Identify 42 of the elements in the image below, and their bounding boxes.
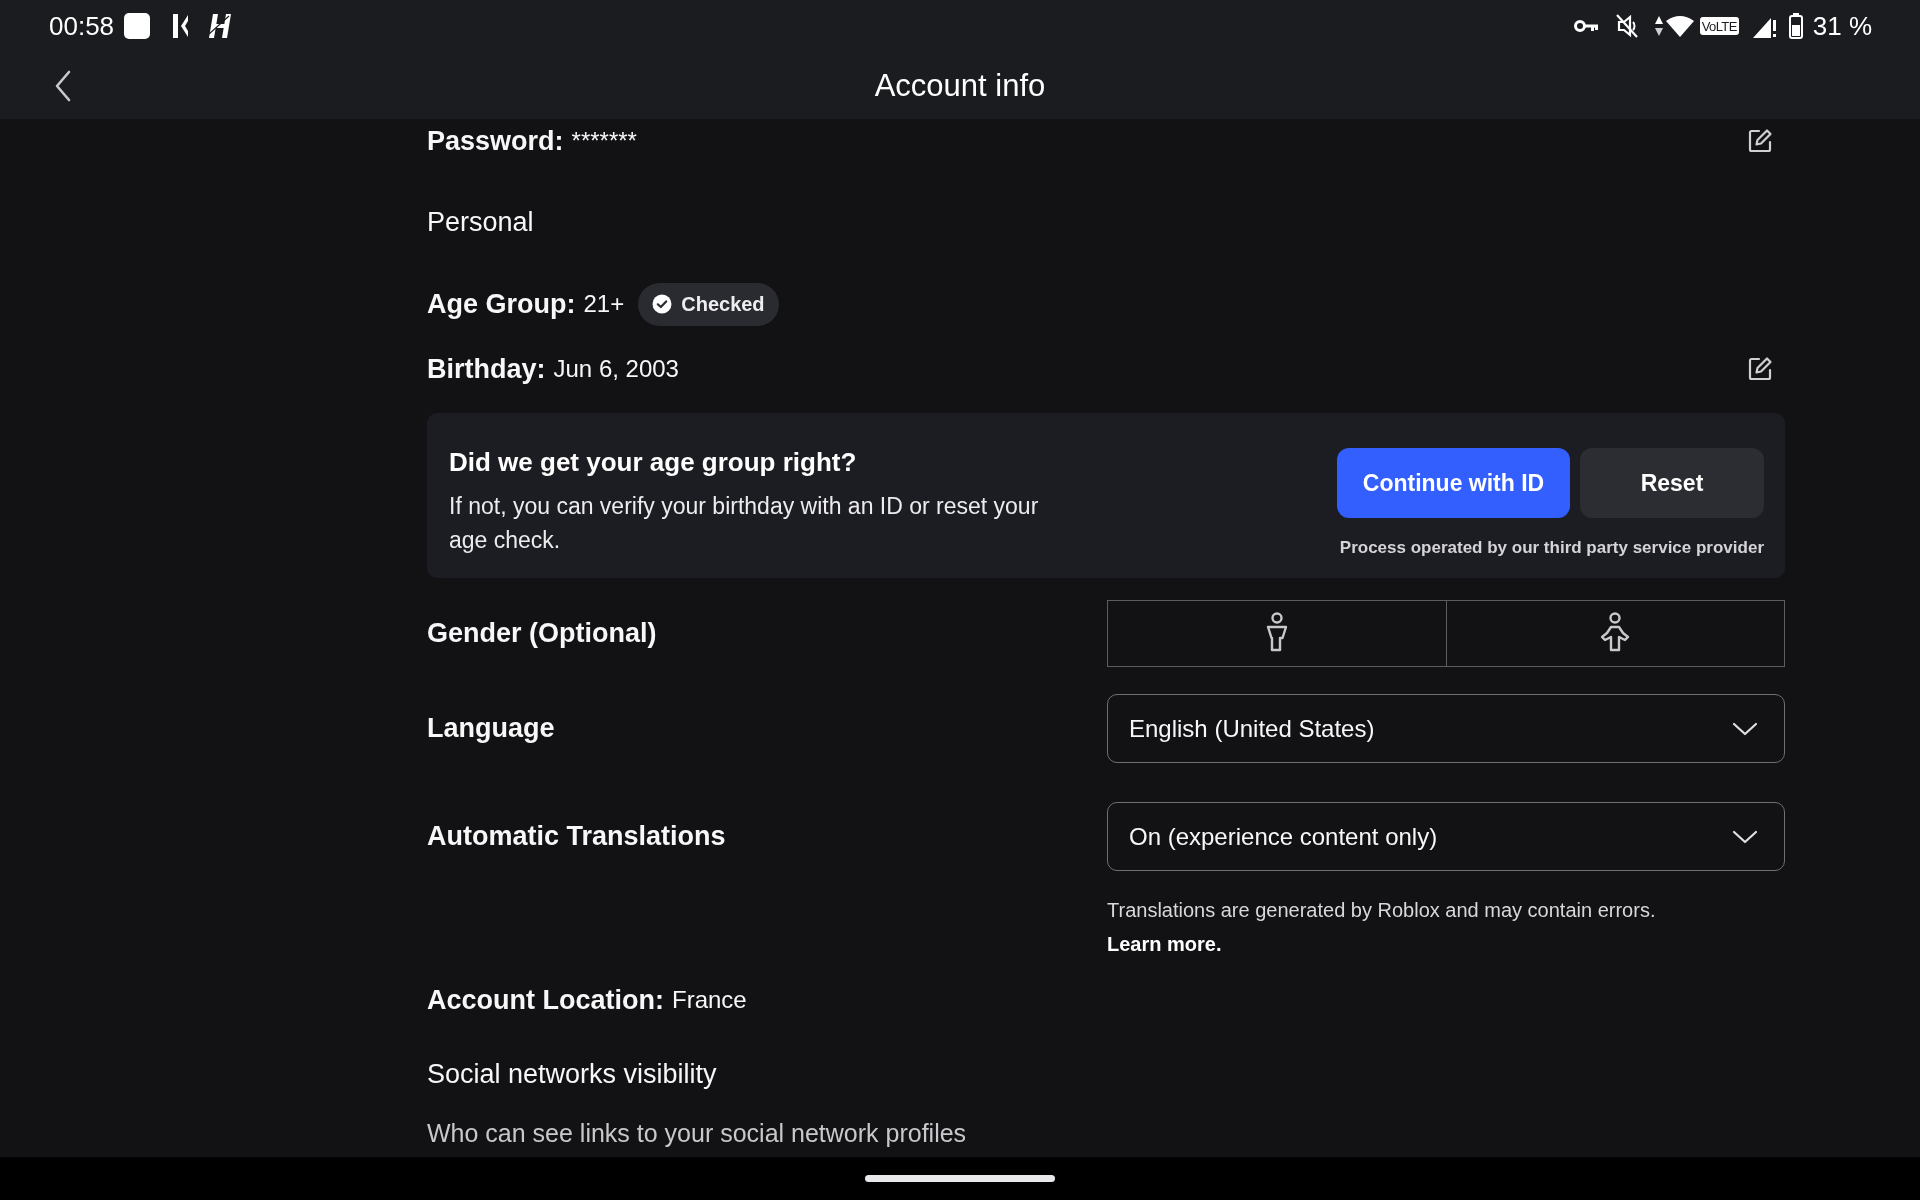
dropdown-field[interactable]: On (experience content only): [1107, 802, 1785, 871]
reset-button[interactable]: Reset: [1580, 448, 1764, 518]
status-time: 00:58: [49, 13, 115, 39]
provider-note: Process operated by our third party service provider: [1339, 537, 1764, 559]
page-title: Account info: [874, 66, 1046, 105]
field-value: *******: [571, 126, 637, 156]
field-value: 21+: [583, 289, 625, 319]
app-notification-icon: [209, 14, 232, 38]
battery-percentage: 31 %: [1812, 13, 1872, 39]
vpn-key-icon: [1573, 19, 1598, 33]
dropdown-field[interactable]: English (United States): [1107, 694, 1785, 763]
field-value: Jun 6, 2003: [553, 354, 679, 384]
verification-status: Checked: [681, 292, 765, 317]
app-notification-icon: [124, 13, 151, 39]
field-label: Password:: [427, 124, 564, 158]
section-description: Who can see links to your social network profiles: [427, 1118, 967, 1149]
chevron-down-icon: [1732, 721, 1758, 736]
battery-icon: [1788, 13, 1803, 39]
field-label: Age Group:: [427, 287, 576, 321]
field-label: Birthday:: [427, 352, 546, 386]
section-heading: Social networks visibility: [427, 1058, 717, 1091]
back-icon[interactable]: [54, 69, 72, 102]
setting-label: Gender (Optional): [427, 617, 657, 651]
check-circle-icon: [652, 294, 673, 314]
card-title: Did we get your age group right?: [449, 446, 858, 479]
card-description: If not, you can verify your birthday with an ID or reset your age check.: [449, 491, 1040, 555]
volte-indicator: VoLTE: [1699, 17, 1739, 35]
edit-icon[interactable]: [1746, 355, 1774, 383]
wifi-icon: [1665, 15, 1694, 37]
translation-note: Translations are generated by Roblox and may contain errors. Learn more.: [1107, 898, 1657, 957]
field-value: France: [672, 985, 747, 1015]
app-notification-icon: [173, 14, 190, 38]
data-arrows-icon: [1653, 14, 1664, 38]
chevron-down-icon: [1732, 829, 1758, 844]
continue-button[interactable]: Continue with ID: [1337, 448, 1570, 518]
setting-label: Language: [427, 712, 555, 746]
edit-icon[interactable]: [1746, 127, 1774, 155]
field-label: Account Location:: [427, 983, 664, 1017]
learn-more-link[interactable]: Learn more.: [1107, 933, 1222, 955]
section-heading: Personal: [427, 205, 534, 239]
sound-off-icon: [1615, 14, 1638, 38]
setting-label: Automatic Translations: [427, 820, 726, 854]
